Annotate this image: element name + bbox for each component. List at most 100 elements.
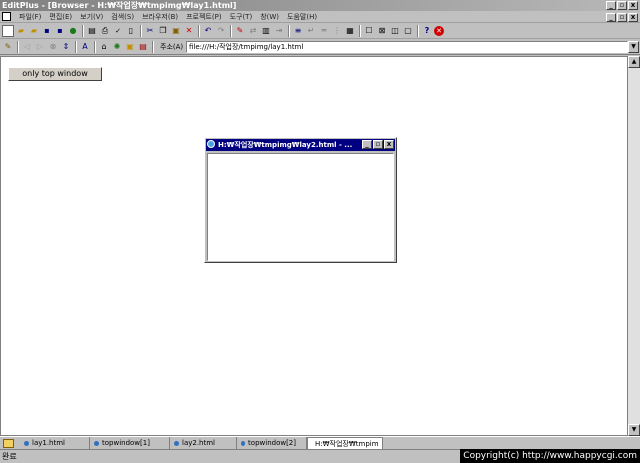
app-title-bar[interactable]: EditPlus - [Browser - H:₩작업장₩tmpimg₩lay1…	[0, 0, 640, 11]
cut-icon[interactable]: ✂	[144, 25, 156, 37]
favorites-icon[interactable]: ▣	[124, 41, 136, 53]
menu-tools[interactable]: 도구(T)	[226, 12, 257, 22]
split-window-icon[interactable]: ◫	[389, 25, 401, 37]
toolbar-separator	[140, 25, 142, 37]
app-title: EditPlus - [Browser - H:₩작업장₩tmpimg₩lay1…	[2, 1, 237, 10]
forward-icon[interactable]: ▷	[34, 41, 46, 53]
ftp-upload-icon[interactable]: ●	[67, 25, 79, 37]
only-top-window-button[interactable]: only top window	[8, 67, 102, 81]
popup-window[interactable]: H:₩작업장₩tmpimg₩lay2.html - ... _ ▫ x	[204, 137, 397, 263]
find-icon[interactable]: ✎	[234, 25, 246, 37]
delete-icon[interactable]: ✕	[183, 25, 195, 37]
ruler-icon[interactable]: ═	[318, 25, 330, 37]
tab-lay2[interactable]: lay2.html	[170, 437, 237, 449]
replace-icon[interactable]: ⇄	[247, 25, 259, 37]
document-tab-bar: lay1.html topwindow[1] lay2.html topwind…	[0, 436, 640, 449]
maximize-button[interactable]: ▫	[617, 1, 627, 10]
menu-file[interactable]: 파일(F)	[15, 12, 45, 22]
minimize-button[interactable]: _	[606, 1, 616, 10]
word-wrap-icon[interactable]: ↵	[305, 25, 317, 37]
tab-label: topwindow[1]	[102, 439, 150, 447]
html-file-icon	[94, 440, 99, 446]
popup-close-button[interactable]: x	[384, 140, 394, 149]
fullscreen-icon[interactable]: ⊠	[376, 25, 388, 37]
copyright-watermark: Copyright(c) http://www.happycgi.com	[460, 449, 640, 463]
toolbar-separator	[75, 41, 77, 53]
copy-icon[interactable]: ❐	[157, 25, 169, 37]
home-icon[interactable]: ⌂	[98, 41, 110, 53]
toolbar-separator	[82, 25, 84, 37]
toolbar-separator	[94, 41, 96, 53]
undo-icon[interactable]: ↶	[202, 25, 214, 37]
address-dropdown-icon[interactable]: ▼	[628, 41, 639, 53]
document-window-controls: _ ▫ x	[606, 12, 638, 22]
doc-minimize-button[interactable]: _	[606, 13, 616, 22]
tab-browser[interactable]: H:₩작업장₩tmpim	[307, 437, 383, 449]
toolbar-separator	[198, 25, 200, 37]
tab-label: lay2.html	[182, 439, 216, 447]
font-size-icon[interactable]: A	[79, 41, 91, 53]
html-file-icon	[174, 440, 179, 446]
menu-window[interactable]: 창(W)	[256, 12, 283, 22]
tab-label: topwindow[2]	[248, 439, 296, 447]
scroll-down-icon[interactable]: ▼	[628, 424, 640, 436]
paste-icon[interactable]: ▣	[170, 25, 182, 37]
new-file-icon[interactable]	[2, 25, 14, 37]
edit-source-icon[interactable]: ✎	[2, 41, 14, 53]
help-pointer-icon[interactable]: ?	[421, 25, 433, 37]
stop-loading-icon[interactable]: ⊗	[47, 41, 59, 53]
address-label: 주소(A)	[160, 43, 184, 51]
tab-lay1[interactable]: lay1.html	[20, 437, 90, 449]
popup-minimize-button[interactable]: _	[362, 140, 372, 149]
doc-restore-button[interactable]: ▫	[617, 13, 627, 22]
address-input[interactable]: file:///H:/작업장/tmpimg/lay1.html	[186, 41, 628, 53]
document-icon[interactable]	[2, 12, 11, 21]
print-preview-icon[interactable]: ▤	[86, 25, 98, 37]
tab-topwindow-2[interactable]: topwindow[2]	[237, 437, 307, 449]
back-icon[interactable]: ◁	[21, 41, 33, 53]
html-file-icon	[24, 440, 29, 446]
menu-project[interactable]: 프로젝트(P)	[182, 12, 225, 22]
refresh-icon[interactable]: ⇕	[60, 41, 72, 53]
popup-title: H:₩작업장₩tmpimg₩lay2.html - ...	[218, 141, 353, 149]
properties-icon[interactable]: ▯	[125, 25, 137, 37]
doc-close-button[interactable]: x	[628, 13, 638, 22]
menu-edit[interactable]: 편집(E)	[45, 12, 76, 22]
browser-icon	[207, 140, 215, 148]
line-number-icon[interactable]: ⋮	[331, 25, 343, 37]
font-icon[interactable]: ≡	[292, 25, 304, 37]
menu-view[interactable]: 보기(V)	[76, 12, 107, 22]
stop-icon[interactable]: ✕	[434, 26, 444, 36]
vertical-scrollbar[interactable]: ▲ ▼	[628, 56, 640, 436]
toolbar-separator	[359, 25, 361, 37]
status-text: 완료	[2, 452, 17, 461]
tab-label: H:₩작업장₩tmpim	[315, 439, 379, 448]
spell-check-icon[interactable]: ✓	[112, 25, 124, 37]
tab-label: lay1.html	[32, 439, 66, 447]
popup-maximize-button[interactable]: ▫	[373, 140, 383, 149]
tab-topwindow-1[interactable]: topwindow[1]	[90, 437, 170, 449]
menu-search[interactable]: 검색(S)	[107, 12, 138, 22]
goto-line-icon[interactable]: ⇥	[273, 25, 285, 37]
close-button[interactable]: x	[628, 1, 638, 10]
directory-window-icon[interactable]: ▢	[402, 25, 414, 37]
html-file-icon	[241, 440, 246, 446]
redo-icon[interactable]: ↷	[215, 25, 227, 37]
save-all-icon[interactable]: ▪	[54, 25, 66, 37]
window-controls: _ ▫ x	[606, 0, 638, 10]
globe-icon[interactable]: ✺	[111, 41, 123, 53]
open-remote-icon[interactable]: ▰	[28, 25, 40, 37]
bookmark-icon[interactable]: ▤	[137, 41, 149, 53]
toolbar-separator	[288, 25, 290, 37]
popup-content	[207, 153, 394, 261]
scroll-up-icon[interactable]: ▲	[628, 56, 640, 68]
menu-help[interactable]: 도움말(H)	[283, 12, 321, 22]
menu-browser[interactable]: 브라우저(B)	[138, 12, 182, 22]
window-list-icon[interactable]: ☐	[363, 25, 375, 37]
folder-icon[interactable]	[3, 438, 14, 448]
print-icon[interactable]: ⎙	[99, 25, 111, 37]
find-in-files-icon[interactable]: ▥	[260, 25, 272, 37]
open-file-icon[interactable]: ▰	[15, 25, 27, 37]
save-icon[interactable]: ▪	[41, 25, 53, 37]
cliptext-icon[interactable]: ▦	[344, 25, 356, 37]
